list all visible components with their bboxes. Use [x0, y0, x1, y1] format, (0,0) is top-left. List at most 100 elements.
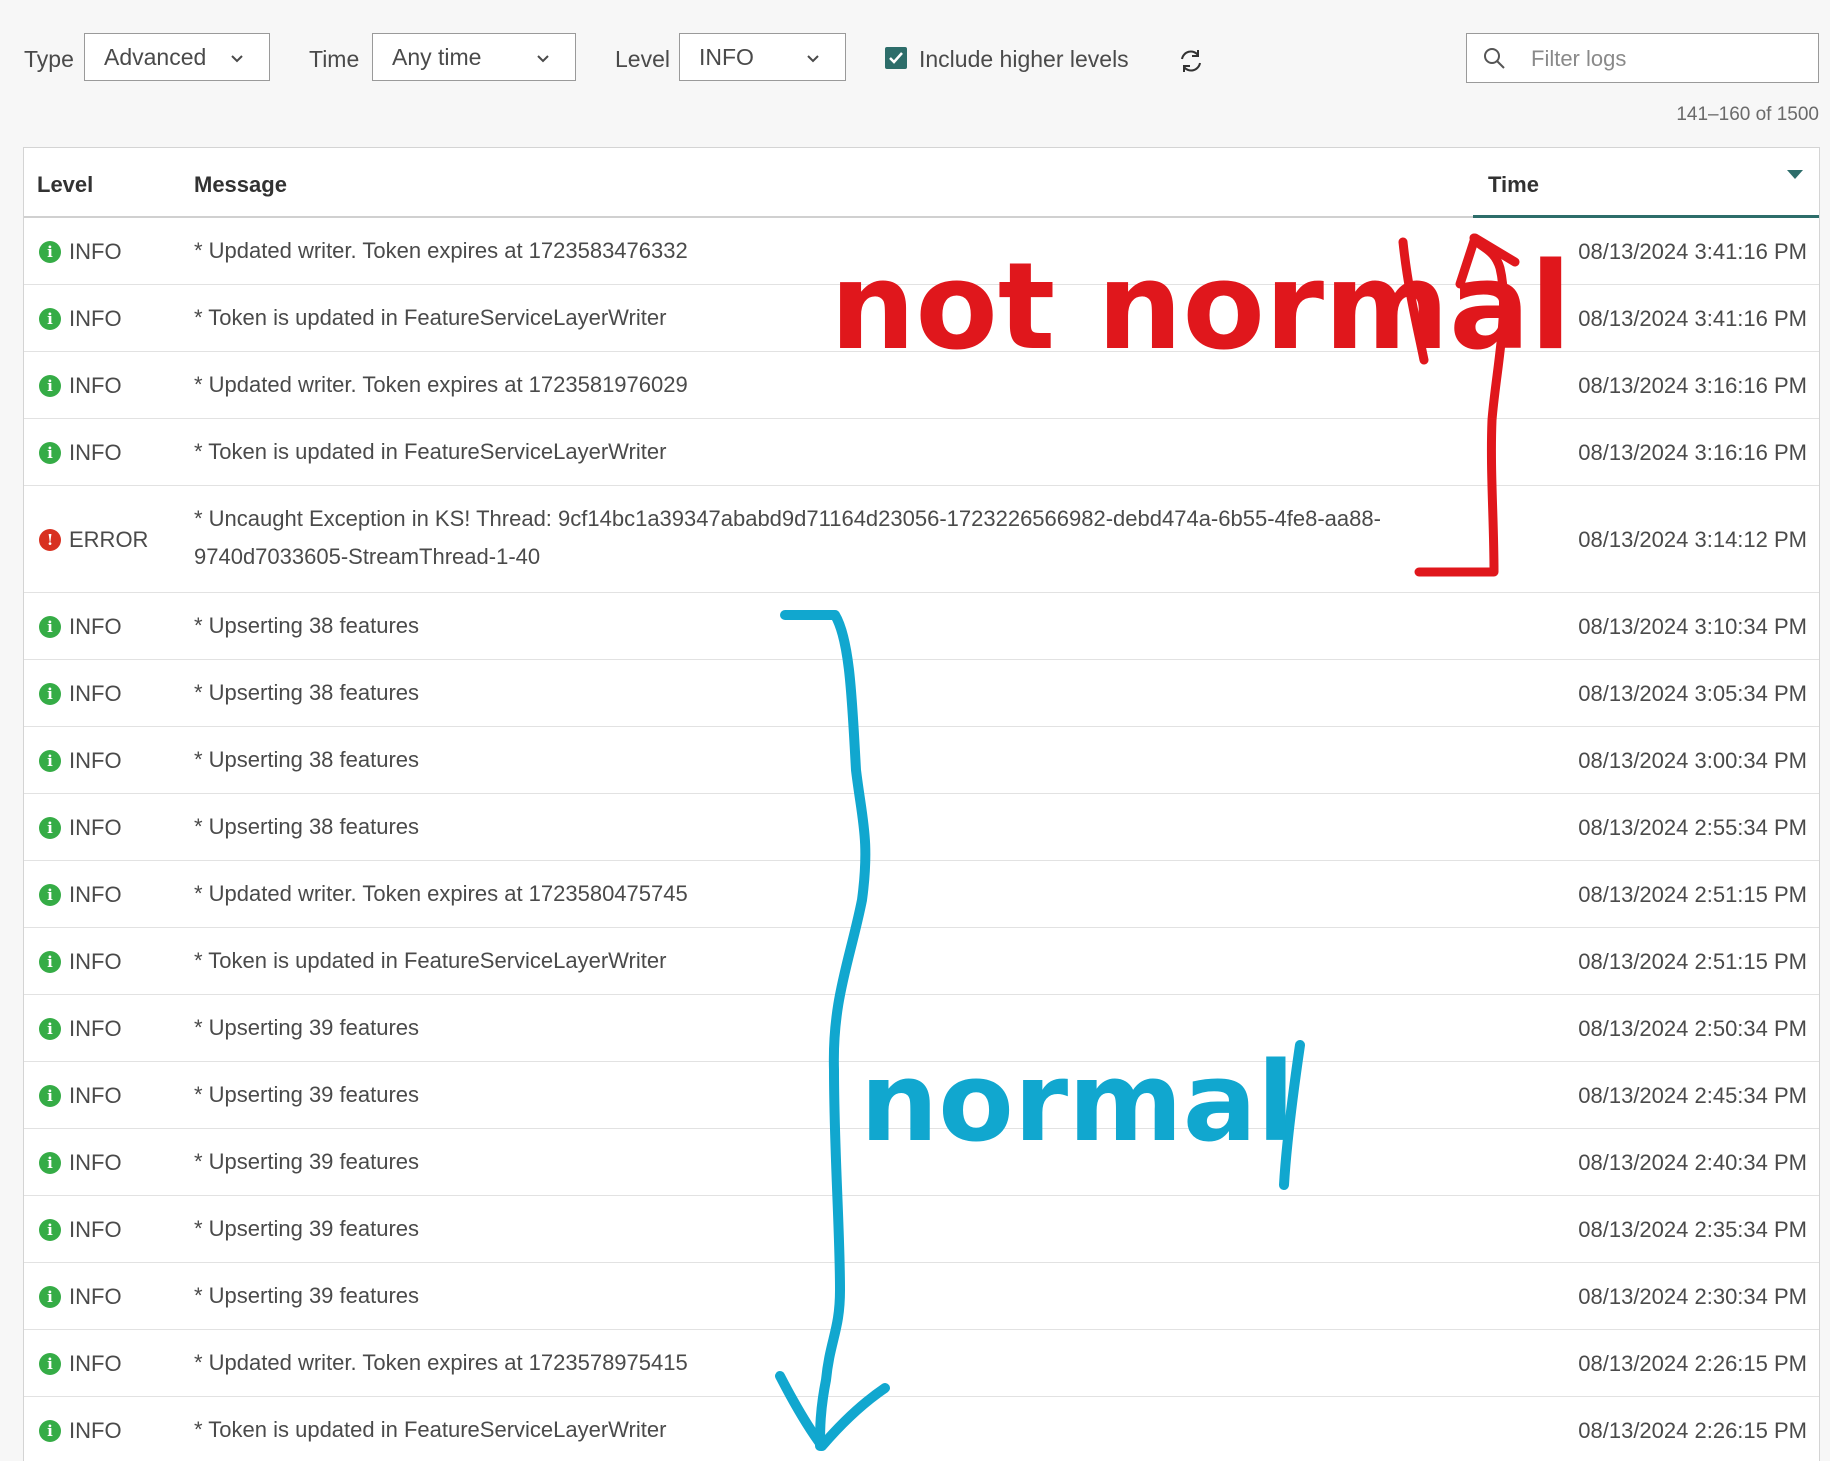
type-label: Type: [24, 46, 74, 72]
level-cell: i INFO: [39, 1150, 122, 1176]
level-text: INFO: [69, 1082, 122, 1108]
info-icon: i: [39, 1419, 61, 1442]
column-header-time[interactable]: Time: [1473, 148, 1819, 218]
level-text: ERROR: [69, 526, 149, 552]
table-row[interactable]: i INFO * Upserting 38 features 08/13/2024 3…: [24, 727, 1819, 794]
table-header: Level Message Time: [24, 148, 1819, 218]
level-cell: i INFO: [39, 681, 122, 707]
include-higher-levels-checkbox[interactable]: [885, 47, 907, 69]
level-text: INFO: [69, 881, 122, 907]
table-row[interactable]: i INFO * Token is updated in FeatureServic…: [24, 928, 1819, 995]
table-row[interactable]: i INFO * Upserting 38 features 08/13/2024 3…: [24, 593, 1819, 660]
level-cell: i INFO: [39, 949, 122, 975]
time-cell: 08/13/2024 2:55:34 PM: [1578, 814, 1807, 840]
time-cell: 08/13/2024 3:41:16 PM: [1578, 305, 1807, 331]
level-text: INFO: [69, 1216, 122, 1242]
message-cell: * Token is updated in FeatureServiceLaye…: [194, 305, 667, 330]
level-cell: i INFO: [39, 373, 122, 399]
message-cell: * Updated writer. Token expires at 17235…: [194, 372, 688, 397]
chevron-down-icon: [537, 55, 549, 63]
info-icon: i: [39, 441, 61, 464]
table-row[interactable]: i INFO * Upserting 39 features 08/13/2024 2…: [24, 1196, 1819, 1263]
sort-descending-icon: [1787, 170, 1803, 179]
message-cell: * Upserting 39 features: [194, 1149, 420, 1174]
time-cell: 08/13/2024 2:51:15 PM: [1578, 881, 1807, 907]
level-text: INFO: [69, 613, 122, 639]
time-select-value: Any time: [392, 43, 482, 70]
search-input[interactable]: [1529, 44, 1803, 74]
message-cell: * Upserting 38 features: [194, 814, 420, 839]
time-select[interactable]: Any time: [372, 33, 576, 81]
level-cell: i INFO: [39, 1217, 122, 1243]
time-cell: 08/13/2024 2:51:15 PM: [1578, 948, 1807, 974]
info-icon: i: [39, 1017, 61, 1040]
info-icon: i: [39, 950, 61, 973]
log-filter-toolbar: Type Advanced Time Any time Level INFO I…: [0, 0, 1830, 125]
table-row[interactable]: i INFO * Updated writer. Token expires at …: [24, 352, 1819, 419]
table-row[interactable]: i INFO * Upserting 39 features 08/13/2024 2…: [24, 1263, 1819, 1330]
level-cell: i INFO: [39, 1351, 122, 1377]
message-cell: * Token is updated in FeatureServiceLaye…: [194, 1417, 667, 1442]
info-icon: i: [39, 1151, 61, 1174]
time-cell: 08/13/2024 3:00:34 PM: [1578, 747, 1807, 773]
table-row[interactable]: i INFO * Upserting 39 features 08/13/2024 2…: [24, 1062, 1819, 1129]
level-text: INFO: [69, 305, 122, 331]
message-cell: * Upserting 39 features: [194, 1082, 420, 1107]
pagination-status: 141–160 of 1500: [1676, 104, 1819, 125]
search-icon: [1484, 48, 1505, 69]
refresh-icon[interactable]: [1176, 46, 1206, 76]
time-cell: 08/13/2024 3:16:16 PM: [1578, 372, 1807, 398]
message-cell: * Updated writer. Token expires at 17235…: [194, 1350, 688, 1375]
info-icon: i: [39, 1352, 61, 1375]
table-row[interactable]: i INFO * Updated writer. Token expires at …: [24, 1330, 1819, 1397]
message-cell: * Upserting 39 features: [194, 1216, 420, 1241]
info-icon: i: [39, 1084, 61, 1107]
column-header-level[interactable]: Level: [37, 172, 93, 198]
info-icon: i: [39, 374, 61, 397]
table-row[interactable]: i INFO * Upserting 39 features 08/13/2024 2…: [24, 995, 1819, 1062]
info-icon: i: [39, 307, 61, 330]
level-cell: i INFO: [39, 882, 122, 908]
info-icon: i: [39, 883, 61, 906]
level-select[interactable]: INFO: [679, 33, 846, 81]
time-cell: 08/13/2024 2:26:15 PM: [1578, 1417, 1807, 1443]
checkmark-icon: [889, 52, 903, 64]
level-text: INFO: [69, 680, 122, 706]
level-cell: i INFO: [39, 1418, 122, 1444]
table-row[interactable]: i INFO * Upserting 39 features 08/13/2024 2…: [24, 1129, 1819, 1196]
table-row[interactable]: i INFO * Token is updated in FeatureServic…: [24, 1397, 1819, 1461]
message-cell: * Upserting 38 features: [194, 747, 420, 772]
table-row[interactable]: i INFO * Token is updated in FeatureServic…: [24, 419, 1819, 486]
table-row[interactable]: i INFO * Updated writer. Token expires at …: [24, 861, 1819, 928]
time-cell: 08/13/2024 2:26:15 PM: [1578, 1350, 1807, 1376]
chevron-down-icon: [231, 55, 243, 63]
level-text: INFO: [69, 1283, 122, 1309]
level-cell: i INFO: [39, 815, 122, 841]
column-header-message[interactable]: Message: [194, 172, 287, 198]
message-cell: * Upserting 39 features: [194, 1283, 420, 1308]
table-row[interactable]: ! ERROR * Uncaught Exception in KS! Thread…: [24, 486, 1819, 593]
filter-logs-search[interactable]: [1466, 33, 1819, 83]
table-row[interactable]: i INFO * Upserting 38 features 08/13/2024 3…: [24, 660, 1819, 727]
level-text: INFO: [69, 1149, 122, 1175]
level-cell: i INFO: [39, 1016, 122, 1042]
level-text: INFO: [69, 238, 122, 264]
level-text: INFO: [69, 372, 122, 398]
table-row[interactable]: i INFO * Upserting 38 features 08/13/2024 2…: [24, 794, 1819, 861]
log-table: Level Message Time i INFO * Updated writer…: [23, 147, 1820, 1461]
time-cell: 08/13/2024 2:35:34 PM: [1578, 1216, 1807, 1242]
include-higher-levels-label[interactable]: Include higher levels: [919, 46, 1129, 73]
level-text: INFO: [69, 1015, 122, 1041]
info-icon: i: [39, 1285, 61, 1308]
type-select[interactable]: Advanced: [84, 33, 270, 81]
message-cell: * Upserting 39 features: [194, 1015, 420, 1040]
level-cell: i INFO: [39, 306, 122, 332]
table-row[interactable]: i INFO * Updated writer. Token expires at …: [24, 218, 1819, 285]
table-row[interactable]: i INFO * Token is updated in FeatureServic…: [24, 285, 1819, 352]
level-text: INFO: [69, 1417, 122, 1443]
time-cell: 08/13/2024 2:30:34 PM: [1578, 1283, 1807, 1309]
level-cell: i INFO: [39, 1284, 122, 1310]
level-label: Level: [615, 46, 670, 72]
message-cell: * Uncaught Exception in KS! Thread: 9cf1…: [194, 506, 1381, 569]
info-icon: i: [39, 816, 61, 839]
